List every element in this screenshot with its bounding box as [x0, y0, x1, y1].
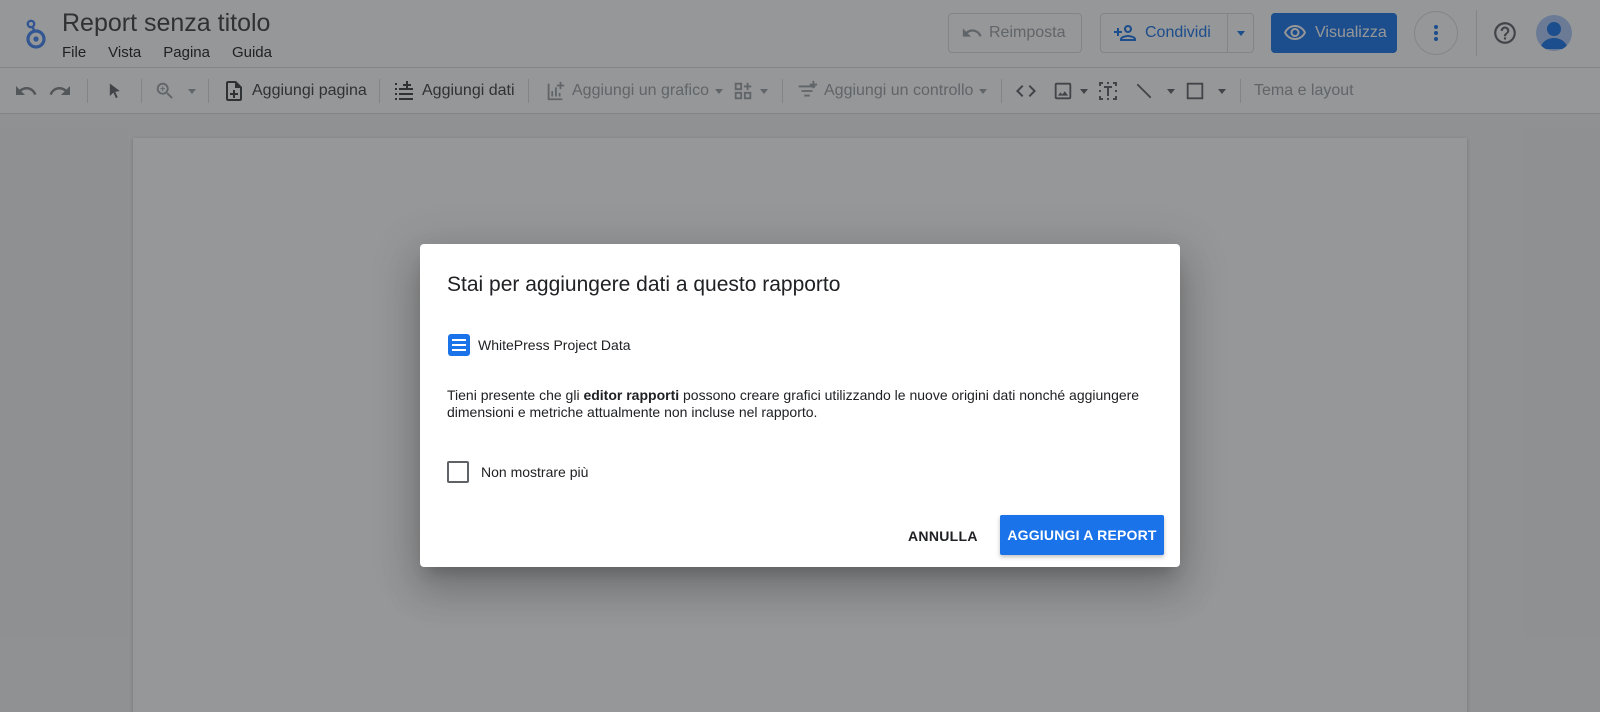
dont-show-again-label[interactable]: Non mostrare più	[481, 464, 588, 480]
data-source-row: WhitePress Project Data	[448, 334, 631, 356]
add-data-confirm-dialog: Stai per aggiungere dati a questo rappor…	[420, 244, 1180, 567]
data-source-icon	[448, 334, 470, 356]
add-to-report-button[interactable]: AGGIUNGI A REPORT	[1000, 515, 1164, 555]
dialog-body: Tieni presente che gli editor rapporti p…	[447, 387, 1159, 421]
cancel-button[interactable]: ANNULLA	[898, 516, 988, 556]
dont-show-again-checkbox[interactable]	[447, 461, 469, 483]
dialog-title: Stai per aggiungere dati a questo rappor…	[447, 273, 841, 296]
body-text-bold: editor rapporti	[583, 387, 680, 403]
body-text-start: Tieni presente che gli	[447, 387, 584, 403]
dont-show-again-row[interactable]: Non mostrare più	[447, 461, 588, 483]
data-source-name: WhitePress Project Data	[478, 337, 631, 353]
